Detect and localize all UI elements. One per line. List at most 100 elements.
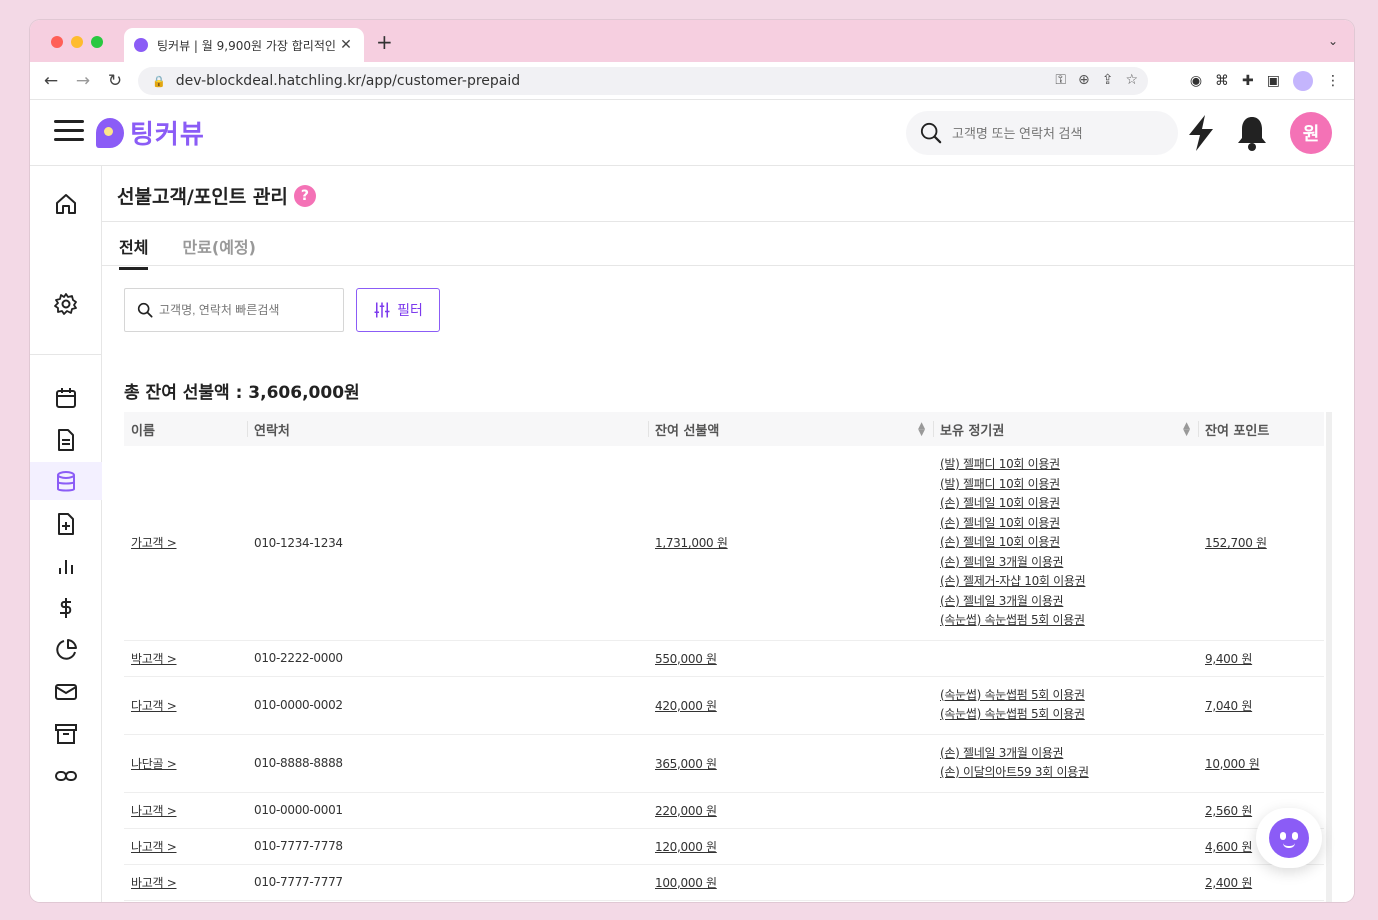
column-header-tickets[interactable]: 보유 정기권 ▲ ▼ bbox=[933, 412, 1198, 446]
prepaid-link[interactable]: 420,000 원 bbox=[655, 699, 717, 713]
document-icon[interactable] bbox=[54, 428, 78, 452]
ticket-link[interactable]: (손) 이달의아트59 3회 이용권 bbox=[940, 763, 1191, 783]
address-bar[interactable]: 🔒 dev-blockdeal.hatchling.kr/app/custome… bbox=[138, 67, 1148, 95]
filter-button[interactable]: 필터 bbox=[356, 288, 440, 332]
gear-icon[interactable] bbox=[54, 292, 78, 316]
url-text: dev-blockdeal.hatchling.kr/app/customer-… bbox=[175, 73, 521, 89]
points-link[interactable]: 152,700 원 bbox=[1205, 536, 1267, 550]
cell-points: 7,040 원 bbox=[1198, 676, 1324, 735]
cell-prepaid: 220,000 원 bbox=[648, 792, 933, 829]
sort-icon[interactable]: ▲ ▼ bbox=[1183, 422, 1190, 438]
total-prepaid: 총 잔여 선불액 : 3,606,000원 bbox=[124, 383, 360, 403]
browser-toolbar: ← → ↻ 🔒 dev-blockdeal.hatchling.kr/app/c… bbox=[30, 62, 1354, 100]
cell-tickets bbox=[933, 900, 1198, 902]
ticket-link[interactable]: (발) 젤패디 10회 이용권 bbox=[940, 455, 1191, 475]
ticket-link[interactable]: (손) 젤네일 3개월 이용권 bbox=[940, 592, 1191, 612]
lightning-icon[interactable] bbox=[1186, 114, 1216, 152]
sidepanel-icon[interactable]: ▣ bbox=[1267, 73, 1280, 89]
prepaid-link[interactable]: 220,000 원 bbox=[655, 804, 717, 818]
close-icon[interactable]: ✕ bbox=[338, 37, 354, 53]
camera-icon[interactable]: ◉ bbox=[1190, 73, 1202, 89]
zoom-icon[interactable]: ⊕ bbox=[1078, 72, 1090, 88]
ticket-link[interactable]: (발) 젤패디 10회 이용권 bbox=[940, 475, 1191, 495]
bell-icon[interactable] bbox=[1236, 114, 1268, 152]
pie-chart-icon[interactable] bbox=[54, 638, 78, 662]
cell-points: 2,400 원 bbox=[1198, 864, 1324, 901]
column-header-prepaid[interactable]: 잔여 선불액 ▲ ▼ bbox=[648, 412, 933, 446]
logo[interactable]: 팅커뷰 bbox=[96, 114, 205, 151]
share-icon[interactable]: ⇪ bbox=[1102, 72, 1114, 88]
customer-name-link[interactable]: 나고객 > bbox=[131, 840, 177, 854]
customer-name-link[interactable]: 가고객 > bbox=[131, 536, 177, 550]
cell-name: 나고객 > bbox=[124, 792, 247, 829]
customer-name-link[interactable]: 박고객 > bbox=[131, 652, 177, 666]
new-tab-button[interactable]: + bbox=[376, 32, 393, 52]
quick-search-input[interactable] bbox=[159, 303, 329, 317]
minimize-window-button[interactable] bbox=[71, 36, 83, 48]
customer-name-link[interactable]: 나고객 > bbox=[131, 804, 177, 818]
ticket-link[interactable]: (손) 젤네일 10회 이용권 bbox=[940, 514, 1191, 534]
prepaid-link[interactable]: 550,000 원 bbox=[655, 652, 717, 666]
calendar-icon[interactable] bbox=[54, 386, 78, 410]
back-arrow-icon[interactable]: ← bbox=[40, 70, 62, 92]
points-link[interactable]: 4,600 원 bbox=[1205, 840, 1252, 854]
file-plus-icon[interactable] bbox=[54, 512, 78, 536]
chat-button[interactable] bbox=[1256, 808, 1322, 868]
points-link[interactable]: 2,560 원 bbox=[1205, 804, 1252, 818]
ticket-link[interactable]: (속눈썹) 속눈썹펌 5회 이용권 bbox=[940, 686, 1191, 706]
archive-icon[interactable] bbox=[54, 722, 78, 746]
link-icon[interactable] bbox=[54, 764, 78, 788]
search-icon bbox=[137, 302, 153, 318]
ticket-link[interactable]: (손) 젤네일 3개월 이용권 bbox=[940, 553, 1191, 573]
chevron-down-icon[interactable]: ⌄ bbox=[1328, 34, 1338, 48]
browser-tab[interactable]: 팅커뷰 | 월 9,900원 가장 합리적인 ✕ bbox=[124, 28, 364, 62]
header-search-input[interactable] bbox=[952, 125, 1152, 141]
dollar-icon[interactable] bbox=[54, 596, 78, 620]
forward-arrow-icon[interactable]: → bbox=[72, 70, 94, 92]
points-link[interactable]: 7,040 원 bbox=[1205, 699, 1252, 713]
menu-icon[interactable] bbox=[54, 120, 84, 142]
ticket-link[interactable]: (속눈썹) 속눈썹펌 5회 이용권 bbox=[940, 705, 1191, 725]
quick-search[interactable] bbox=[124, 288, 344, 332]
close-window-button[interactable] bbox=[51, 36, 63, 48]
puzzle-icon[interactable]: ✚ bbox=[1242, 73, 1254, 89]
prepaid-link[interactable]: 1,731,000 원 bbox=[655, 536, 728, 550]
maximize-window-button[interactable] bbox=[91, 36, 103, 48]
mail-icon[interactable] bbox=[54, 680, 78, 704]
avatar[interactable]: 원 bbox=[1290, 112, 1332, 154]
customer-name-link[interactable]: 나단골 > bbox=[131, 757, 177, 771]
cell-phone: 010-2345-2567 bbox=[247, 900, 648, 902]
table-row: 다고객 > 010-0000-0002 420,000 원 (속눈썹) 속눈썹펌 5회… bbox=[124, 676, 1324, 735]
cell-name: 바고객 > bbox=[124, 864, 247, 901]
translate-icon[interactable]: ⌘ bbox=[1215, 73, 1229, 89]
ticket-link[interactable]: (손) 젤네일 10회 이용권 bbox=[940, 533, 1191, 553]
table-row: 바고객 >010-7777-7777 100,000 원 2,400 원 bbox=[124, 864, 1324, 901]
header-search[interactable] bbox=[906, 111, 1178, 155]
customer-name-link[interactable]: 다고객 > bbox=[131, 699, 177, 713]
app-header: 팅커뷰 원 bbox=[30, 100, 1354, 166]
points-link[interactable]: 2,400 원 bbox=[1205, 876, 1252, 890]
points-link[interactable]: 9,400 원 bbox=[1205, 652, 1252, 666]
ticket-link[interactable]: (손) 젤네일 10회 이용권 bbox=[940, 494, 1191, 514]
ticket-link[interactable]: (손) 젤네일 3개월 이용권 bbox=[940, 744, 1191, 764]
key-icon[interactable]: ⚿ bbox=[1055, 72, 1066, 88]
home-icon[interactable] bbox=[54, 192, 78, 216]
bar-chart-icon[interactable] bbox=[54, 554, 78, 578]
reload-icon[interactable]: ↻ bbox=[104, 70, 126, 92]
help-icon[interactable]: ? bbox=[293, 184, 316, 207]
ticket-link[interactable]: (속눈썹) 속눈썹펌 5회 이용권 bbox=[940, 611, 1191, 631]
scrollbar[interactable] bbox=[1326, 412, 1332, 902]
prepaid-link[interactable]: 100,000 원 bbox=[655, 876, 717, 890]
more-icon[interactable]: ⋮ bbox=[1326, 73, 1340, 89]
cell-phone: 010-7777-7778 bbox=[247, 828, 648, 865]
ticket-link[interactable]: (손) 젤제거-자샵 10회 이용권 bbox=[940, 572, 1191, 592]
cell-tickets: (발) 젤패디 10회 이용권 (발) 젤패디 10회 이용권 (손) 젤네일 10… bbox=[933, 446, 1198, 641]
prepaid-link[interactable]: 120,000 원 bbox=[655, 840, 717, 854]
database-icon[interactable] bbox=[54, 470, 78, 494]
prepaid-link[interactable]: 365,000 원 bbox=[655, 757, 717, 771]
customer-name-link[interactable]: 바고객 > bbox=[131, 876, 177, 890]
sort-icon[interactable]: ▲ ▼ bbox=[918, 422, 925, 438]
points-link[interactable]: 10,000 원 bbox=[1205, 757, 1260, 771]
star-icon[interactable]: ☆ bbox=[1125, 72, 1138, 88]
profile-icon[interactable] bbox=[1293, 71, 1313, 91]
